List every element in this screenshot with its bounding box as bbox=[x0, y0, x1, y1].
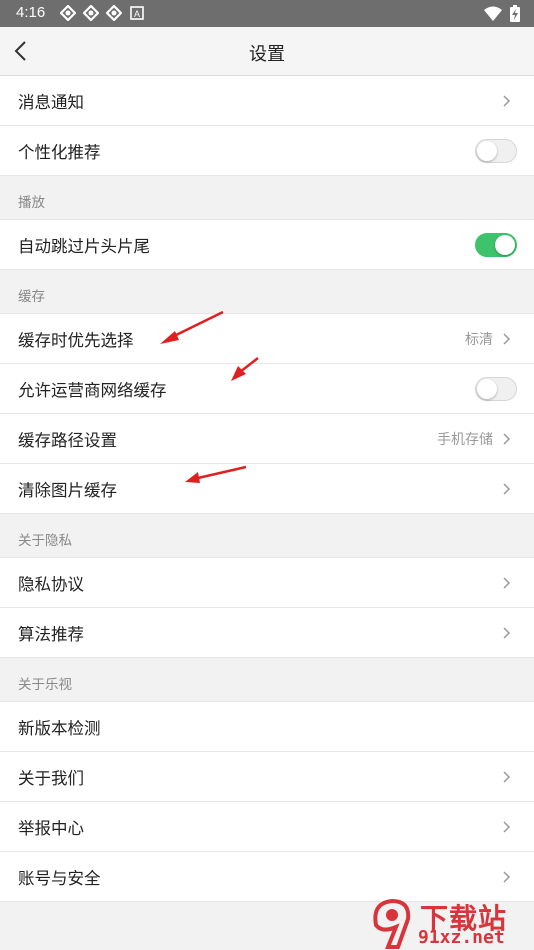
setting-label: 个性化推荐 bbox=[18, 142, 101, 162]
setting-value: 手机存储 bbox=[437, 431, 493, 448]
setting-label: 新版本检测 bbox=[18, 718, 101, 738]
section-header-playback: 播放 bbox=[0, 176, 534, 220]
svg-text:A: A bbox=[134, 9, 140, 19]
setting-row-cache-path[interactable]: 缓存路径设置 手机存储 bbox=[0, 414, 534, 464]
setting-label: 清除图片缓存 bbox=[18, 480, 117, 500]
setting-row-clear-image-cache[interactable]: 清除图片缓存 bbox=[0, 464, 534, 514]
setting-label: 允许运营商网络缓存 bbox=[18, 380, 167, 400]
toggle-knob bbox=[477, 378, 497, 399]
section-header-cache: 缓存 bbox=[0, 270, 534, 314]
setting-row-check-update[interactable]: 新版本检测 bbox=[0, 702, 534, 752]
app-notification-icon bbox=[83, 5, 99, 21]
status-bar: 4:16 A bbox=[0, 0, 534, 27]
settings-list: 消息通知 个性化推荐 播放 自动跳过片头片尾 缓存 缓存时优先选择 标清 允许运… bbox=[0, 76, 534, 902]
setting-row-report-center[interactable]: 举报中心 bbox=[0, 802, 534, 852]
notification-icons: A bbox=[60, 5, 145, 21]
setting-row-personalized-recommend: 个性化推荐 bbox=[0, 126, 534, 176]
setting-row-cache-quality[interactable]: 缓存时优先选择 标清 bbox=[0, 314, 534, 364]
watermark-logo-icon bbox=[373, 898, 411, 949]
status-time: 4:16 bbox=[16, 4, 46, 21]
app-notification-icon bbox=[60, 5, 76, 21]
section-title: 缓存 bbox=[18, 289, 45, 305]
toggle-knob bbox=[477, 140, 497, 161]
chevron-right-icon bbox=[503, 482, 511, 495]
setting-row-about-us[interactable]: 关于我们 bbox=[0, 752, 534, 802]
chevron-right-icon bbox=[503, 626, 511, 639]
setting-row-privacy-policy[interactable]: 隐私协议 bbox=[0, 558, 534, 608]
skip-intro-outro-toggle[interactable] bbox=[475, 232, 517, 257]
chevron-right-icon bbox=[503, 432, 511, 445]
setting-label: 消息通知 bbox=[18, 92, 84, 112]
section-title: 播放 bbox=[18, 195, 45, 211]
chevron-right-icon bbox=[503, 770, 511, 783]
wifi-icon bbox=[484, 6, 502, 21]
chevron-right-icon bbox=[503, 870, 511, 883]
setting-row-skip-intro-outro: 自动跳过片头片尾 bbox=[0, 220, 534, 270]
section-header-privacy: 关于隐私 bbox=[0, 514, 534, 558]
setting-label: 隐私协议 bbox=[18, 574, 84, 594]
section-title: 关于乐视 bbox=[18, 677, 72, 693]
setting-label: 缓存路径设置 bbox=[18, 430, 117, 450]
app-notification-icon bbox=[106, 5, 122, 21]
setting-label: 关于我们 bbox=[18, 768, 84, 788]
toggle-knob bbox=[495, 234, 515, 255]
title-bar: 设置 bbox=[0, 27, 534, 76]
setting-label: 自动跳过片头片尾 bbox=[18, 236, 150, 256]
setting-label: 算法推荐 bbox=[18, 624, 84, 644]
chevron-right-icon bbox=[503, 820, 511, 833]
section-title: 关于隐私 bbox=[18, 533, 72, 549]
mobile-network-cache-toggle[interactable] bbox=[475, 376, 517, 401]
setting-row-notifications[interactable]: 消息通知 bbox=[0, 76, 534, 126]
chevron-right-icon bbox=[503, 332, 511, 345]
system-icons bbox=[484, 5, 520, 22]
setting-label: 账号与安全 bbox=[18, 868, 101, 888]
site-watermark: 下载站 91xz.net bbox=[370, 895, 534, 950]
setting-label: 缓存时优先选择 bbox=[18, 330, 134, 350]
page-title: 设置 bbox=[249, 44, 285, 65]
setting-label: 举报中心 bbox=[18, 818, 84, 838]
setting-row-algorithm-recommend[interactable]: 算法推荐 bbox=[0, 608, 534, 658]
chevron-right-icon bbox=[503, 94, 511, 107]
watermark-url: 91xz.net bbox=[418, 927, 505, 948]
setting-row-mobile-network-cache: 允许运营商网络缓存 bbox=[0, 364, 534, 414]
keyboard-notification-icon: A bbox=[130, 6, 144, 20]
battery-charging-icon bbox=[510, 5, 520, 22]
section-header-about: 关于乐视 bbox=[0, 658, 534, 702]
chevron-right-icon bbox=[503, 576, 511, 589]
setting-value: 标清 bbox=[465, 331, 493, 348]
personalized-recommend-toggle[interactable] bbox=[475, 138, 517, 163]
